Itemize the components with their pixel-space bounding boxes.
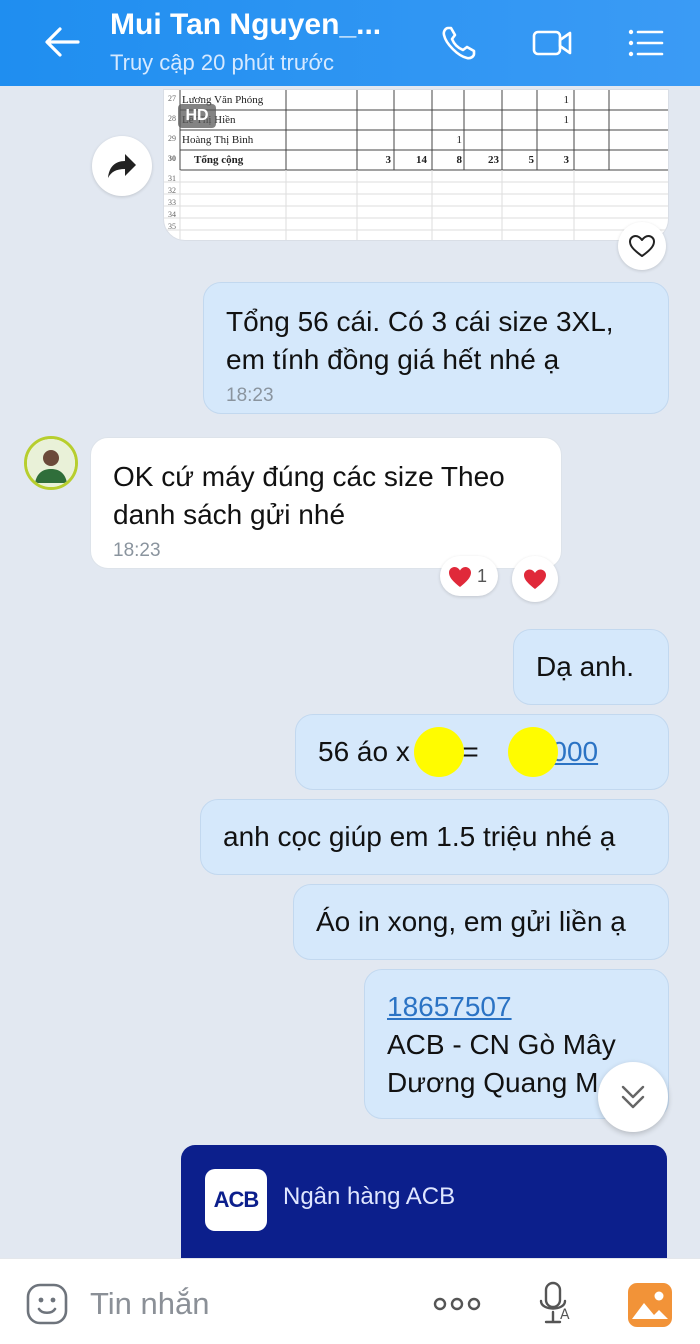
- message-text: ACB - CN Gò Mây: [387, 1029, 616, 1060]
- voice-to-text-icon[interactable]: A: [536, 1279, 576, 1329]
- avatar-image: [27, 439, 75, 487]
- redaction-mark: [508, 727, 558, 777]
- contact-avatar[interactable]: [24, 436, 78, 490]
- reaction-count: 1: [477, 566, 488, 586]
- bank-card-message[interactable]: ACB Ngân hàng ACB: [181, 1145, 667, 1258]
- redaction-mark: [414, 727, 464, 777]
- spreadsheet-image-message[interactable]: 27 Lương Văn Phóng 1 28 Lê Thị Hiền 1 29…: [163, 89, 669, 241]
- back-arrow-icon[interactable]: [38, 18, 86, 66]
- contact-name[interactable]: Mui Tan Nguyen_...: [110, 8, 410, 42]
- outgoing-message[interactable]: Áo in xong, em gửi liền ạ: [293, 884, 669, 960]
- reaction-summary[interactable]: 1: [440, 556, 498, 596]
- row-cell: 8: [456, 154, 463, 166]
- message-input[interactable]: [90, 1281, 400, 1327]
- message-text: danh sách gửi nhé: [113, 499, 346, 530]
- row-number: 32: [168, 186, 176, 195]
- bank-name: Ngân hàng ACB: [283, 1183, 456, 1210]
- outgoing-message[interactable]: anh cọc giúp em 1.5 triệu nhé ạ: [200, 799, 669, 875]
- row-number: 27: [168, 94, 176, 103]
- row-cell: 1: [563, 94, 570, 106]
- bank-logo: ACB: [205, 1169, 267, 1231]
- row-number: 33: [168, 198, 176, 207]
- message-text: Tổng 56 cái. Có 3 cái size 3XL,: [226, 306, 614, 337]
- phone-icon[interactable]: [436, 20, 482, 66]
- share-forward-button[interactable]: [92, 136, 152, 196]
- incoming-message[interactable]: OK cứ máy đúng các size Theo danh sách g…: [90, 437, 562, 569]
- message-text: 56 áo x: [318, 736, 410, 767]
- hd-badge[interactable]: HD: [178, 104, 216, 128]
- row-cell: 14: [416, 154, 427, 166]
- message-text: anh cọc giúp em 1.5 triệu nhé ạ: [223, 821, 616, 852]
- more-options-icon[interactable]: [430, 1287, 484, 1321]
- outgoing-message[interactable]: Tổng 56 cái. Có 3 cái size 3XL, em tính …: [203, 282, 669, 414]
- row-cell: 1: [563, 114, 570, 126]
- message-time: 18:23: [226, 385, 274, 406]
- row-cell: 5: [528, 154, 535, 166]
- forward-arrow-icon: [108, 154, 136, 178]
- scroll-to-bottom-button[interactable]: [598, 1062, 668, 1132]
- message-text: Áo in xong, em gửi liền ạ: [316, 906, 626, 937]
- double-chevron-down-icon: [621, 1085, 645, 1109]
- message-text: em tính đồng giá hết nhé ạ: [226, 344, 560, 375]
- heart-filled-icon: [524, 569, 546, 589]
- gallery-image-icon[interactable]: [626, 1281, 674, 1329]
- row-number: 31: [168, 174, 176, 183]
- row-name: Tổng cộng: [194, 154, 244, 166]
- row-cell: 3: [563, 154, 570, 166]
- message-list[interactable]: 27 Lương Văn Phóng 1 28 Lê Thị Hiền 1 29…: [0, 86, 700, 1258]
- message-text: OK cứ máy đúng các size Theo: [113, 461, 505, 492]
- row-number: 30: [168, 154, 176, 163]
- row-cell: 3: [385, 154, 392, 166]
- outgoing-message[interactable]: Dạ anh.: [513, 629, 669, 705]
- menu-list-icon[interactable]: [622, 20, 668, 66]
- message-composer: A: [0, 1258, 700, 1344]
- react-heart-button[interactable]: [618, 222, 666, 270]
- row-name: Hoàng Thị Bình: [182, 134, 254, 146]
- react-heart-button[interactable]: [512, 556, 558, 602]
- chat-header: Mui Tan Nguyen_... Truy cập 20 phút trướ…: [0, 0, 700, 86]
- row-cell: 23: [488, 154, 499, 166]
- row-number: 35: [168, 222, 176, 231]
- last-seen-status: Truy cập 20 phút trước: [110, 50, 334, 75]
- svg-text:A: A: [560, 1307, 570, 1323]
- heart-filled-icon: [449, 567, 471, 588]
- row-number: 29: [168, 134, 176, 143]
- row-cell: 1: [456, 134, 463, 146]
- spreadsheet-image: 27 Lương Văn Phóng 1 28 Lê Thị Hiền 1 29…: [164, 90, 668, 240]
- outgoing-message[interactable]: 56 áo xK = 60.000: [295, 714, 669, 790]
- heart-outline-icon: [629, 235, 655, 257]
- video-camera-icon[interactable]: [530, 20, 576, 66]
- emoji-sticker-icon[interactable]: [24, 1281, 70, 1327]
- account-number-link[interactable]: 18657507: [387, 988, 646, 1026]
- message-text: Dạ anh.: [536, 651, 635, 682]
- row-number: 34: [168, 210, 176, 219]
